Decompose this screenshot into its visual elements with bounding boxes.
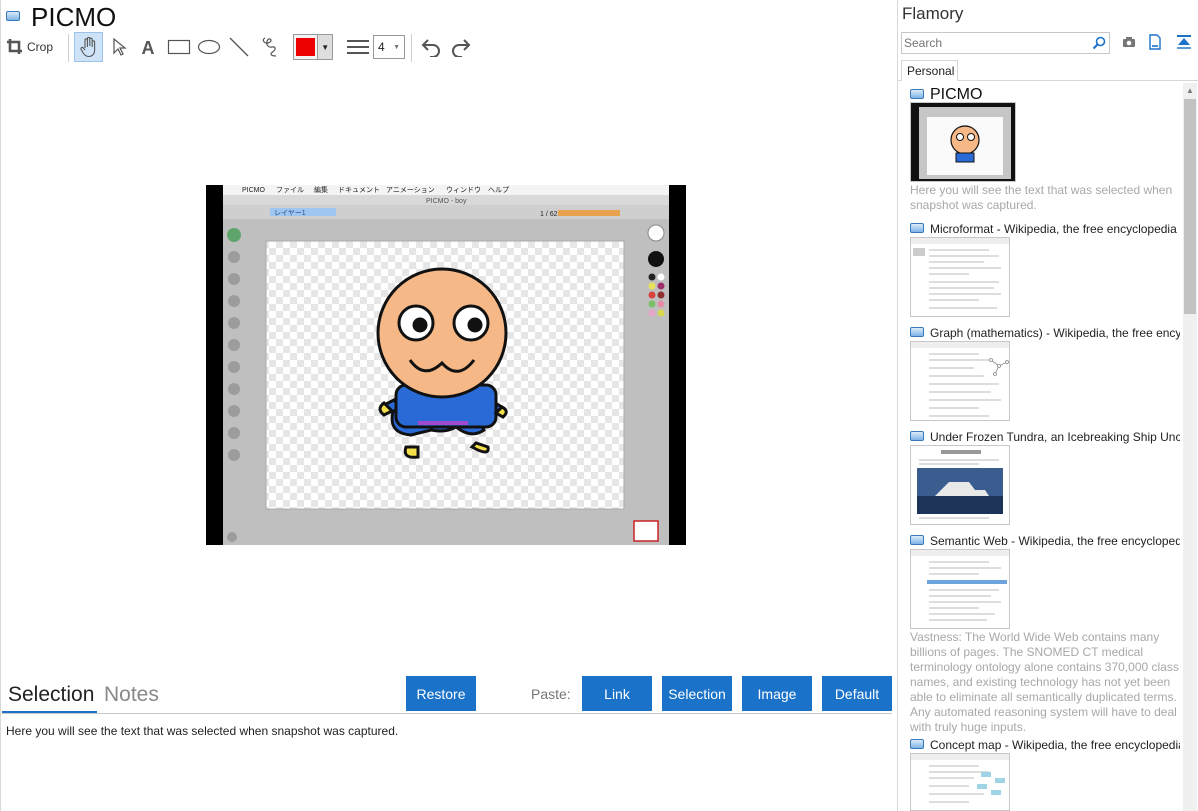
tab-personal[interactable]: Personal (901, 60, 958, 81)
snapshot-title: Graph (mathematics) - Wikipedia, the fre… (930, 326, 1180, 340)
redo-button[interactable] (448, 32, 474, 62)
sidebar-title: Flamory (902, 4, 964, 23)
rectangle-icon (167, 39, 191, 55)
app-icon (910, 223, 924, 233)
crop-button[interactable]: Crop (6, 32, 58, 62)
app-icon (910, 327, 924, 337)
snapshot-menu-item: ファイル (276, 186, 304, 194)
text-tool-button[interactable]: A (136, 32, 160, 62)
undo-button[interactable] (418, 32, 444, 62)
snapshot-caption: Here you will see the text that was sele… (910, 183, 1173, 212)
snapshot-frame-counter: 1 / 62 (540, 211, 558, 218)
undo-icon (421, 39, 440, 57)
pan-tool-button[interactable] (74, 32, 103, 62)
snapshot-menu-item: ヘルプ (488, 186, 509, 194)
snapshot-menu-item: アニメーション (386, 186, 435, 194)
snapshot-image: PICMO ファイル 編集 ドキュメント アニメーション ウィンドウ ヘルプ P… (206, 185, 686, 545)
chevron-down-icon: ▼ (317, 35, 332, 59)
snapshot-title: Semantic Web - Wikipedia, the free encyc… (930, 534, 1180, 548)
ellipse-tool-button[interactable] (196, 32, 222, 62)
app-icon (910, 89, 924, 99)
line-weight-icon (345, 32, 371, 62)
search-input[interactable] (904, 35, 1084, 51)
paste-image-button[interactable]: Image (742, 676, 812, 711)
snapshot-menu-item: 編集 (314, 185, 328, 194)
line-icon (229, 37, 249, 57)
line-width-value: 4 (378, 40, 385, 54)
toolbar-divider (68, 34, 69, 62)
restore-button[interactable]: Restore (406, 676, 476, 711)
color-picker[interactable]: ▼ (293, 34, 333, 60)
freehand-tool-button[interactable] (256, 32, 282, 62)
snapshot-thumbnail (910, 237, 1010, 317)
app-icon (910, 431, 924, 441)
snapshot-menu-item: ウィンドウ (446, 186, 481, 194)
chevron-up-icon[interactable]: ▲ (1186, 86, 1194, 95)
scrollbar[interactable]: ▲ (1183, 83, 1197, 811)
document-icon[interactable] (1149, 34, 1161, 50)
divider (2, 713, 892, 714)
snapshot-menu-item: ドキュメント (338, 187, 380, 194)
svg-text:A: A (142, 38, 155, 56)
snapshot-title: Under Frozen Tundra, an Icebreaking Ship… (930, 430, 1180, 444)
snapshot-thumbnail (910, 753, 1010, 811)
paste-selection-button[interactable]: Selection (662, 676, 732, 711)
selection-text: Here you will see the text that was sele… (6, 724, 399, 738)
line-width-select[interactable]: 4 ▼ (373, 35, 405, 59)
page-title: PICMO (31, 2, 117, 32)
paste-label: Paste: (531, 686, 571, 702)
hand-icon (79, 36, 95, 58)
paste-default-button[interactable]: Default (822, 676, 892, 711)
snapshot-thumbnail (910, 341, 1010, 421)
search-box (901, 32, 1110, 54)
select-tool-button[interactable] (107, 32, 131, 62)
chevron-down-icon: ▼ (393, 43, 400, 51)
color-swatch (296, 38, 316, 56)
snapshot-thumbnail (910, 445, 1010, 525)
rectangle-tool-button[interactable] (166, 32, 192, 62)
snapshot-layer-label: レイヤー1 (274, 210, 306, 217)
camera-icon[interactable] (1122, 36, 1136, 48)
tab-notes[interactable]: Notes (104, 683, 159, 707)
snapshot-menu-item: PICMO (242, 187, 266, 194)
snapshot-title: Microformat - Wikipedia, the free encycl… (930, 222, 1177, 236)
snapshot-thumbnail (910, 549, 1010, 629)
toolbar-divider (411, 34, 412, 62)
crop-label: Crop (27, 40, 54, 54)
paste-link-button[interactable]: Link (582, 676, 652, 711)
line-tool-button[interactable] (226, 32, 252, 62)
flamory-sidebar: Flamory Personal ▲ PICMO Here you will s… (897, 0, 1198, 811)
text-icon: A (142, 38, 155, 56)
crop-icon (7, 39, 22, 54)
tab-selection[interactable]: Selection (8, 683, 94, 707)
ellipse-icon (197, 39, 221, 55)
scrollbar-thumb[interactable] (1184, 99, 1196, 314)
freehand-icon (262, 37, 277, 57)
app-icon (910, 535, 924, 545)
collapse-icon[interactable] (1176, 35, 1192, 49)
snapshot-title: Concept map - Wikipedia, the free encycl… (930, 738, 1180, 752)
cursor-icon (113, 37, 127, 56)
redo-icon (452, 39, 471, 57)
snapshot-window-title: PICMO - boy (426, 198, 467, 205)
snapshot-thumbnail (910, 102, 1016, 182)
app-icon (6, 11, 20, 21)
app-icon (910, 739, 924, 749)
main-pane: PICMO Crop A ▼ 4 ▼ PICMO ファイル 編集 ドキュメント … (0, 0, 896, 811)
tab-personal-label: Personal (907, 64, 955, 78)
snapshot-caption: Vastness: The World Wide Web contains ma… (910, 630, 1179, 734)
search-icon[interactable] (1092, 36, 1106, 50)
